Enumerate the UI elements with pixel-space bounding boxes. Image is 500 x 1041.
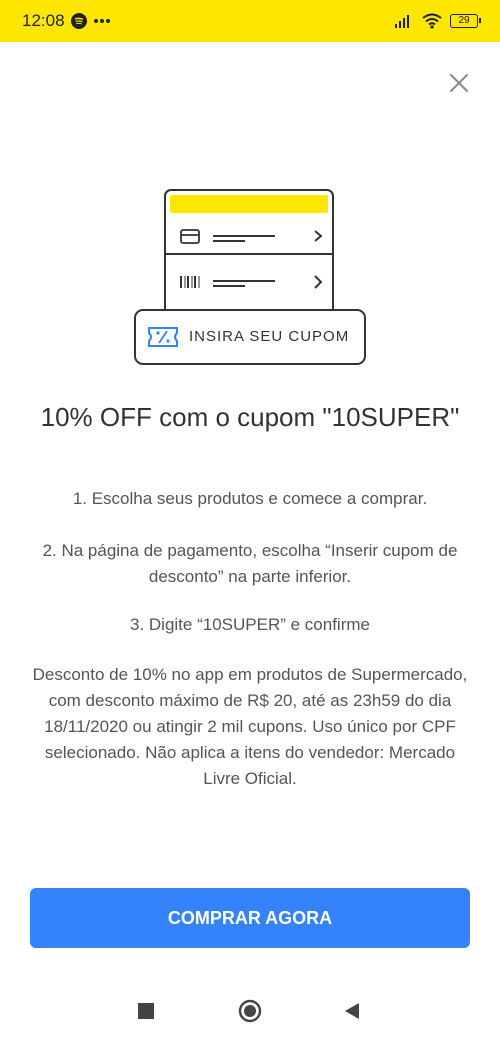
battery-icon: 29 xyxy=(450,14,481,28)
instructions: 1. Escolha seus produtos e comece a comp… xyxy=(28,486,472,792)
close-button[interactable] xyxy=(444,68,474,98)
back-triangle-icon xyxy=(345,1003,359,1019)
step-3: 3. Digite “10SUPER” e confirme xyxy=(130,615,370,634)
more-dots-icon xyxy=(93,19,110,23)
terms-text: Desconto de 10% no app em produtos de Su… xyxy=(32,665,468,788)
status-time: 12:08 xyxy=(22,11,65,30)
wifi-icon xyxy=(422,13,442,29)
home-button[interactable] xyxy=(238,999,262,1028)
back-button[interactable] xyxy=(343,1002,361,1025)
recents-square-icon xyxy=(138,1003,154,1019)
status-bar-right: 29 xyxy=(394,13,481,29)
recents-button[interactable] xyxy=(138,1003,154,1019)
step-2: 2. Na página de pagamento, escolha “Inse… xyxy=(42,541,458,586)
status-bar: 12:08 29 xyxy=(0,0,500,42)
page-title: 10% OFF com o cupom "10SUPER" xyxy=(40,402,460,432)
battery-level: 29 xyxy=(458,15,470,26)
close-icon xyxy=(450,74,468,92)
spotify-icon xyxy=(70,13,87,29)
buy-now-button[interactable]: COMPRAR AGORA xyxy=(30,888,470,948)
step-1: 1. Escolha seus produtos e comece a comp… xyxy=(72,489,428,508)
yellow-header-bar xyxy=(170,195,328,213)
coupon-illustration: INSIRA SEU CUPOM xyxy=(133,188,369,368)
coupon-label: INSIRA SEU CUPOM xyxy=(189,328,350,345)
status-bar-left: 12:08 xyxy=(22,11,111,31)
home-circle-icon xyxy=(238,999,262,1023)
signal-icon xyxy=(395,15,409,28)
